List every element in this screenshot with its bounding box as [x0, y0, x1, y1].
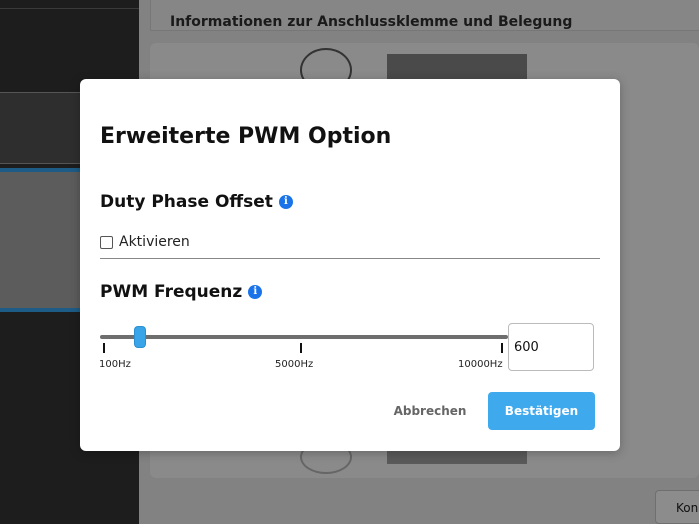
frequency-input[interactable]: 600	[508, 323, 594, 371]
configure-button: Kon	[655, 490, 699, 524]
slider-tick-label: 100Hz	[99, 359, 131, 370]
activate-checkbox-label[interactable]: Aktivieren	[119, 234, 190, 250]
info-icon[interactable]: i	[278, 195, 293, 209]
slider-tick	[300, 343, 302, 353]
activate-checkbox-row[interactable]: Aktivieren	[100, 234, 190, 250]
duty-phase-offset-heading: Duty Phase Offset i	[100, 192, 293, 212]
frequency-slider-thumb[interactable]	[135, 327, 146, 347]
slider-tick	[103, 343, 105, 353]
pwm-frequency-label: PWM Frequenz	[100, 282, 243, 302]
duty-phase-offset-label: Duty Phase Offset	[100, 192, 273, 212]
slider-tick-label: 10000Hz	[458, 359, 503, 370]
info-icon[interactable]: i	[248, 285, 263, 299]
dialog-title: Erweiterte PWM Option	[100, 124, 392, 149]
confirm-button[interactable]: Bestätigen	[488, 392, 595, 430]
slider-tick	[501, 343, 503, 353]
frequency-slider-track[interactable]	[100, 335, 508, 339]
activate-checkbox[interactable]	[100, 235, 113, 249]
pwm-options-dialog: Erweiterte PWM Option Duty Phase Offset …	[80, 79, 620, 451]
slider-tick-label: 5000Hz	[275, 359, 314, 370]
info-header-title: Informationen zur Anschlussklemme und Be…	[170, 14, 573, 30]
sidebar-divider	[0, 8, 139, 9]
cancel-button[interactable]: Abbrechen	[380, 392, 480, 430]
section-divider	[100, 258, 600, 259]
pwm-frequency-heading: PWM Frequenz i	[100, 282, 263, 302]
